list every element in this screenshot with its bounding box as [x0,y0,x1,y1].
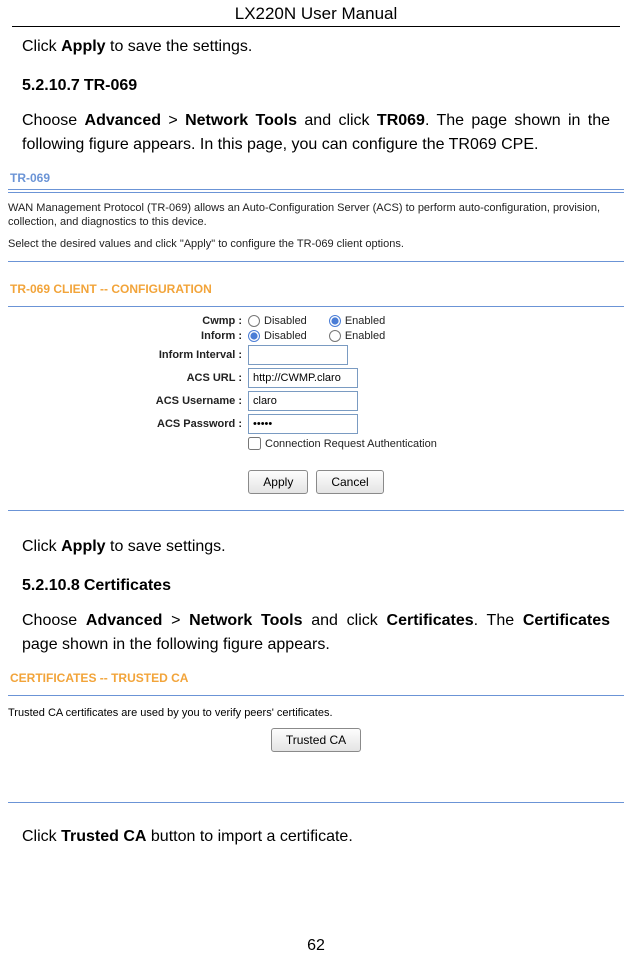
section-title: Certificates [84,577,171,594]
cancel-button[interactable]: Cancel [316,470,383,494]
acs-pass-input[interactable] [248,414,358,434]
t: page shown in the following figure appea… [22,636,330,653]
row-acs-user: ACS Username : [8,391,624,411]
mid-line: Click Apply to save settings. [22,535,610,559]
t: Apply [61,38,105,55]
cert-desc: Trusted CA certificates are used by you … [8,706,624,720]
section-title: TR-069 [84,77,137,94]
divider [8,510,624,511]
t: Network Tools [189,612,302,629]
t: . The [474,612,523,629]
t: Certificates [523,612,610,629]
tr069-sub-title: TR-069 CLIENT -- CONFIGURATION [10,282,624,296]
divider [8,802,624,803]
acs-user-input[interactable] [248,391,358,411]
row-acs-url: ACS URL : [8,368,624,388]
section2-body: Choose Advanced > Network Tools and clic… [22,609,610,657]
t: to save the settings. [106,38,253,55]
t: Choose [22,612,86,629]
t: and click [297,112,377,129]
t: > [162,612,189,629]
conn-req-auth-label: Connection Request Authentication [265,438,437,450]
t: to save settings. [106,538,226,555]
inform-disabled-radio[interactable] [248,330,260,342]
cwmp-disabled-radio[interactable] [248,315,260,327]
divider [8,695,624,696]
tr069-panel-title: TR-069 [10,171,624,185]
opt-disabled: Disabled [264,315,307,327]
label-cwmp: Cwmp : [8,315,248,327]
page-number: 62 [0,937,632,955]
t: Click [22,828,61,845]
acs-url-input[interactable] [248,368,358,388]
label-acs-pass: ACS Password : [8,418,248,430]
tr069-desc2: Select the desired values and click "App… [8,237,624,251]
opt-enabled: Enabled [345,315,385,327]
row-inform: Inform : Disabled Enabled [8,330,624,342]
t: Click [22,38,61,55]
label-interval: Inform Interval : [8,349,248,361]
page-title: LX220N User Manual [0,0,632,24]
intro-line-1: Click Apply to save the settings. [22,35,610,59]
interval-input[interactable] [248,345,348,365]
trusted-ca-button[interactable]: Trusted CA [271,728,361,752]
closing-line: Click Trusted CA button to import a cert… [22,825,610,849]
tr069-config-form: Cwmp : Disabled Enabled Inform : Disable… [8,315,624,500]
section-number: 5.2.10.7 [22,77,80,94]
t: Advanced [86,612,162,629]
opt-enabled: Enabled [345,330,385,342]
row-conn-req-auth: Connection Request Authentication [248,437,624,450]
t: > [161,112,185,129]
t: and click [303,612,387,629]
section-number: 5.2.10.8 [22,577,80,594]
tr069-panel: TR-069 WAN Management Protocol (TR-069) … [8,171,624,511]
tr069-button-row: Apply Cancel [8,470,624,494]
t: Apply [61,538,105,555]
t: Choose [22,112,85,129]
section-heading-tr069: 5.2.10.7TR-069 [22,77,610,95]
label-acs-user: ACS Username : [8,395,248,407]
section-heading-cert: 5.2.10.8Certificates [22,577,610,595]
t: Advanced [85,112,161,129]
t: Network Tools [185,112,297,129]
t: Certificates [387,612,474,629]
conn-req-auth-checkbox[interactable] [248,437,261,450]
divider [8,189,624,193]
opt-disabled: Disabled [264,330,307,342]
label-acs-url: ACS URL : [8,372,248,384]
divider [8,306,624,307]
t: Trusted CA [61,828,146,845]
row-acs-pass: ACS Password : [8,414,624,434]
inform-enabled-radio[interactable] [329,330,341,342]
label-inform: Inform : [8,330,248,342]
cwmp-enabled-radio[interactable] [329,315,341,327]
divider [8,261,624,262]
tr069-desc1: WAN Management Protocol (TR-069) allows … [8,201,624,229]
t: button to import a certificate. [146,828,352,845]
row-interval: Inform Interval : [8,345,624,365]
row-cwmp: Cwmp : Disabled Enabled [8,315,624,327]
apply-button[interactable]: Apply [248,470,308,494]
certificates-panel: CERTIFICATES -- TRUSTED CA Trusted CA ce… [8,671,624,803]
cert-button-row: Trusted CA [8,728,624,752]
t: TR069 [377,112,425,129]
cert-panel-title: CERTIFICATES -- TRUSTED CA [10,671,624,685]
t: Click [22,538,61,555]
section1-body: Choose Advanced > Network Tools and clic… [22,109,610,157]
